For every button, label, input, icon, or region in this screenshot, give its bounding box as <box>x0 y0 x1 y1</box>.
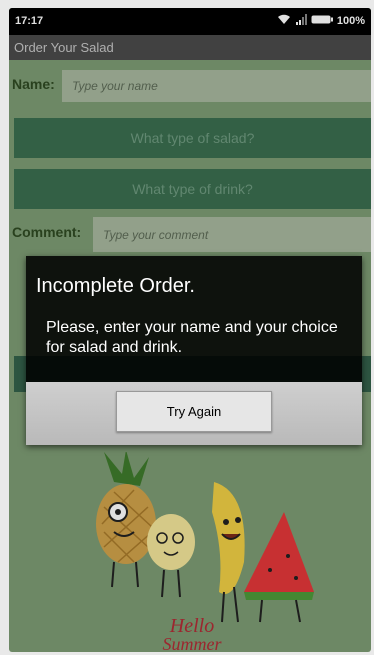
dialog-title: Incomplete Order. <box>36 275 195 297</box>
summer-fruits-illustration: Hello Summer <box>74 450 314 652</box>
drink-type-button[interactable]: What type of drink? <box>14 169 371 209</box>
incomplete-order-dialog: Incomplete Order. Please, enter your nam… <box>26 256 362 445</box>
comment-label: Comment: <box>12 224 82 240</box>
salad-type-button[interactable]: What type of salad? <box>14 118 371 158</box>
status-icons: 100% <box>277 14 365 28</box>
try-again-button[interactable]: Try Again <box>116 391 272 432</box>
dialog-button-bar: Try Again <box>26 382 362 445</box>
phone-screen: 17:17 100% Order Your Salad Name: Type y… <box>9 8 371 652</box>
dialog-message: Please, enter your name and your choice … <box>46 319 338 356</box>
name-input[interactable]: Type your name <box>62 70 371 102</box>
wifi-icon <box>277 14 291 28</box>
signal-icon <box>295 14 307 28</box>
app-title: Order Your Salad <box>14 40 114 55</box>
name-label: Name: <box>12 76 55 92</box>
comment-input[interactable]: Type your comment <box>93 217 371 252</box>
status-bar: 17:17 100% <box>9 8 371 35</box>
caption-summer: Summer <box>163 634 223 652</box>
app-title-bar: Order Your Salad <box>9 35 371 60</box>
status-time: 17:17 <box>15 15 44 27</box>
battery-icon <box>311 14 333 28</box>
battery-percent: 100% <box>336 15 365 27</box>
